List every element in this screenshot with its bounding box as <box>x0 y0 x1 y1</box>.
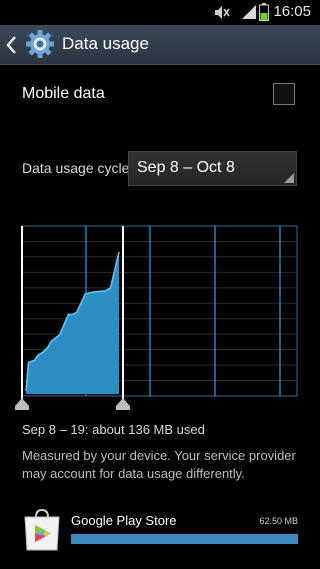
app-usage-bar-fill <box>71 534 298 544</box>
app-usage-row[interactable]: Google Play Store 62.50 MB <box>0 505 320 569</box>
cycle-dropdown[interactable]: Sep 8 – Oct 8 <box>128 151 297 186</box>
action-bar: Data usage <box>0 25 320 65</box>
usage-summary: Sep 8 – 19: about 136 MB used <box>22 422 205 437</box>
cycle-label: Data usage cycle <box>22 160 130 176</box>
mobile-data-checkbox[interactable] <box>273 83 295 105</box>
usage-chart[interactable] <box>0 220 320 410</box>
app-size: 62.50 MB <box>259 516 298 526</box>
status-time: 16:05 <box>273 3 311 20</box>
cycle-value: Sep 8 – Oct 8 <box>137 159 235 176</box>
app-usage-bar <box>71 534 298 544</box>
mute-icon <box>215 6 230 19</box>
app-name: Google Play Store <box>71 513 177 528</box>
range-start-handle <box>15 398 29 410</box>
range-end-handle <box>116 398 130 410</box>
battery-icon <box>259 3 269 21</box>
status-bar: 16:05 <box>0 0 320 25</box>
signal-icon <box>242 5 256 19</box>
measurement-note: Measured by your device. Your service pr… <box>22 448 296 481</box>
page-title: Data usage <box>62 34 149 53</box>
chart-handles <box>15 398 130 410</box>
gear-icon[interactable] <box>24 28 56 60</box>
dropdown-corner-icon <box>284 173 294 183</box>
chevron-left-icon[interactable] <box>5 34 17 56</box>
mobile-data-label: Mobile data <box>22 85 105 102</box>
mobile-data-row[interactable]: Mobile data <box>0 66 320 126</box>
play-store-icon <box>24 508 60 551</box>
